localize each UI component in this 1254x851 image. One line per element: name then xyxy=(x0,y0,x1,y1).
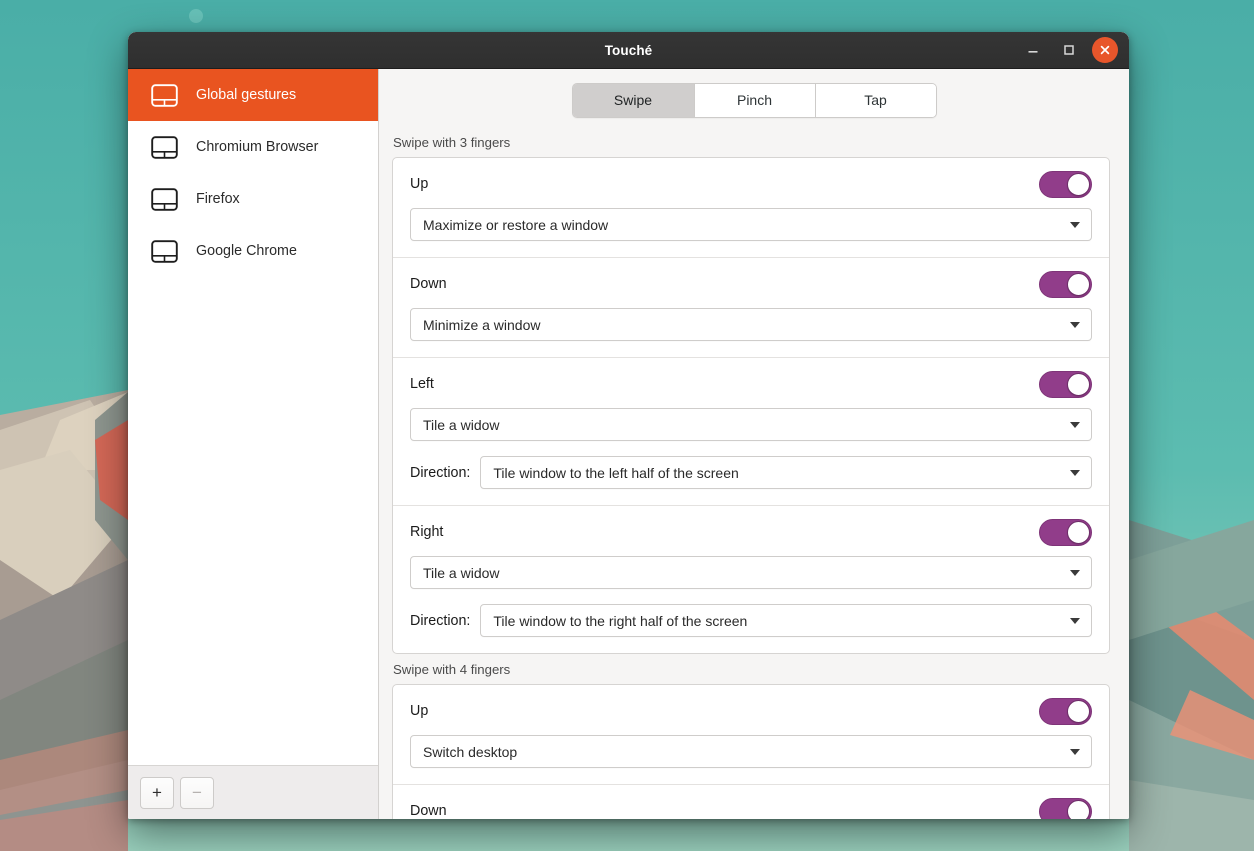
window-controls xyxy=(1020,37,1129,63)
toggle-knob xyxy=(1067,800,1090,820)
gesture-direction-dropdown[interactable]: Tile window to the left half of the scre… xyxy=(480,456,1092,489)
touchpad-icon xyxy=(151,240,178,263)
chevron-down-icon xyxy=(1070,570,1080,576)
sidebar-item-label: Google Chrome xyxy=(196,243,297,259)
gesture-direction-value: Tile window to the right half of the scr… xyxy=(493,613,1062,629)
gesture-action-dropdown[interactable]: Minimize a window xyxy=(410,308,1092,341)
gesture-enable-toggle[interactable] xyxy=(1039,371,1092,398)
gesture-action-dropdown[interactable]: Tile a widow xyxy=(410,408,1092,441)
remove-application-button[interactable]: − xyxy=(180,777,214,809)
gesture-enable-toggle[interactable] xyxy=(1039,798,1092,820)
gesture-direction-row: Direction: Tile window to the right half… xyxy=(410,604,1092,637)
segmented-control: Swipe Pinch Tap xyxy=(572,83,937,118)
sidebar-item-firefox[interactable]: Firefox xyxy=(128,173,378,225)
gesture-action-value: Switch desktop xyxy=(423,744,1062,760)
toggle-knob xyxy=(1067,273,1090,296)
gesture-row-down: Down Minimize a window xyxy=(393,257,1109,357)
gesture-row-up: Up Maximize or restore a window xyxy=(393,158,1109,257)
sidebar-list: Global gestures Chromium Browser xyxy=(128,69,378,765)
gesture-direction-label: Down xyxy=(410,803,447,819)
maximize-button[interactable] xyxy=(1056,37,1082,63)
chevron-down-icon xyxy=(1070,749,1080,755)
chevron-down-icon xyxy=(1070,618,1080,624)
gesture-row-header: Up xyxy=(410,698,1092,724)
tab-pinch[interactable]: Pinch xyxy=(694,84,815,117)
gesture-card-3-fingers: Up Maximize or restore a window Down xyxy=(392,157,1110,654)
tab-tap[interactable]: Tap xyxy=(815,84,936,117)
sidebar-item-google-chrome[interactable]: Google Chrome xyxy=(128,225,378,277)
direction-field-label: Direction: xyxy=(410,465,470,481)
gesture-direction-label: Up xyxy=(410,703,428,719)
gesture-direction-row: Direction: Tile window to the left half … xyxy=(410,456,1092,489)
gesture-row-header: Left xyxy=(410,371,1092,397)
window-title: Touché xyxy=(128,43,1129,58)
gesture-type-tabs: Swipe Pinch Tap xyxy=(379,69,1129,131)
window-body: Global gestures Chromium Browser xyxy=(128,69,1129,819)
chevron-down-icon xyxy=(1070,322,1080,328)
gesture-direction-label: Up xyxy=(410,176,428,192)
gesture-action-value: Minimize a window xyxy=(423,317,1062,333)
sidebar-item-label: Chromium Browser xyxy=(196,139,318,155)
gesture-direction-label: Down xyxy=(410,276,447,292)
touchpad-icon xyxy=(151,188,178,211)
gesture-row-up: Up Switch desktop xyxy=(393,685,1109,784)
add-application-button[interactable]: + xyxy=(140,777,174,809)
chevron-down-icon xyxy=(1070,422,1080,428)
tab-swipe[interactable]: Swipe xyxy=(573,84,694,117)
chevron-down-icon xyxy=(1070,470,1080,476)
gesture-row-down: Down xyxy=(393,784,1109,819)
group-title-3-fingers: Swipe with 3 fingers xyxy=(392,131,1110,157)
gesture-action-dropdown[interactable]: Switch desktop xyxy=(410,735,1092,768)
gesture-direction-label: Right xyxy=(410,524,443,540)
app-window: Touché xyxy=(128,32,1129,819)
gesture-direction-dropdown[interactable]: Tile window to the right half of the scr… xyxy=(480,604,1092,637)
gesture-row-header: Right xyxy=(410,519,1092,545)
minimize-button[interactable] xyxy=(1020,37,1046,63)
gesture-action-value: Tile a widow xyxy=(423,417,1062,433)
sidebar-actions-toolbar: + − xyxy=(128,765,378,819)
toggle-knob xyxy=(1067,700,1090,723)
sidebar-item-global-gestures[interactable]: Global gestures xyxy=(128,69,378,121)
desktop: Touché xyxy=(0,0,1254,851)
gesture-card-4-fingers: Up Switch desktop Down xyxy=(392,684,1110,819)
gesture-direction-value: Tile window to the left half of the scre… xyxy=(493,465,1062,481)
touchpad-icon xyxy=(151,84,178,107)
gesture-direction-label: Left xyxy=(410,376,434,392)
gesture-row-header: Down xyxy=(410,798,1092,819)
toggle-knob xyxy=(1067,521,1090,544)
gesture-enable-toggle[interactable] xyxy=(1039,171,1092,198)
close-button[interactable] xyxy=(1092,37,1118,63)
gesture-enable-toggle[interactable] xyxy=(1039,271,1092,298)
gesture-action-dropdown[interactable]: Maximize or restore a window xyxy=(410,208,1092,241)
group-title-4-fingers: Swipe with 4 fingers xyxy=(392,658,1110,684)
toggle-knob xyxy=(1067,173,1090,196)
gesture-enable-toggle[interactable] xyxy=(1039,698,1092,725)
gesture-action-value: Maximize or restore a window xyxy=(423,217,1062,233)
content-pane: Swipe Pinch Tap Swipe with 3 fingers Up xyxy=(379,69,1129,819)
chevron-down-icon xyxy=(1070,222,1080,228)
titlebar[interactable]: Touché xyxy=(128,32,1129,69)
gesture-row-left: Left Tile a widow Direction: Tile windo xyxy=(393,357,1109,505)
gesture-enable-toggle[interactable] xyxy=(1039,519,1092,546)
direction-field-label: Direction: xyxy=(410,613,470,629)
gesture-row-header: Down xyxy=(410,271,1092,297)
touchpad-icon xyxy=(151,136,178,159)
toggle-knob xyxy=(1067,373,1090,396)
sidebar: Global gestures Chromium Browser xyxy=(128,69,379,819)
gesture-action-dropdown[interactable]: Tile a widow xyxy=(410,556,1092,589)
gesture-action-value: Tile a widow xyxy=(423,565,1062,581)
gesture-list-scroll[interactable]: Swipe with 3 fingers Up Maximize or rest… xyxy=(379,131,1129,819)
sidebar-item-chromium-browser[interactable]: Chromium Browser xyxy=(128,121,378,173)
gesture-row-right: Right Tile a widow Direction: Tile wind xyxy=(393,505,1109,653)
gesture-row-header: Up xyxy=(410,171,1092,197)
sidebar-item-label: Firefox xyxy=(196,191,240,207)
sidebar-item-label: Global gestures xyxy=(196,87,296,103)
